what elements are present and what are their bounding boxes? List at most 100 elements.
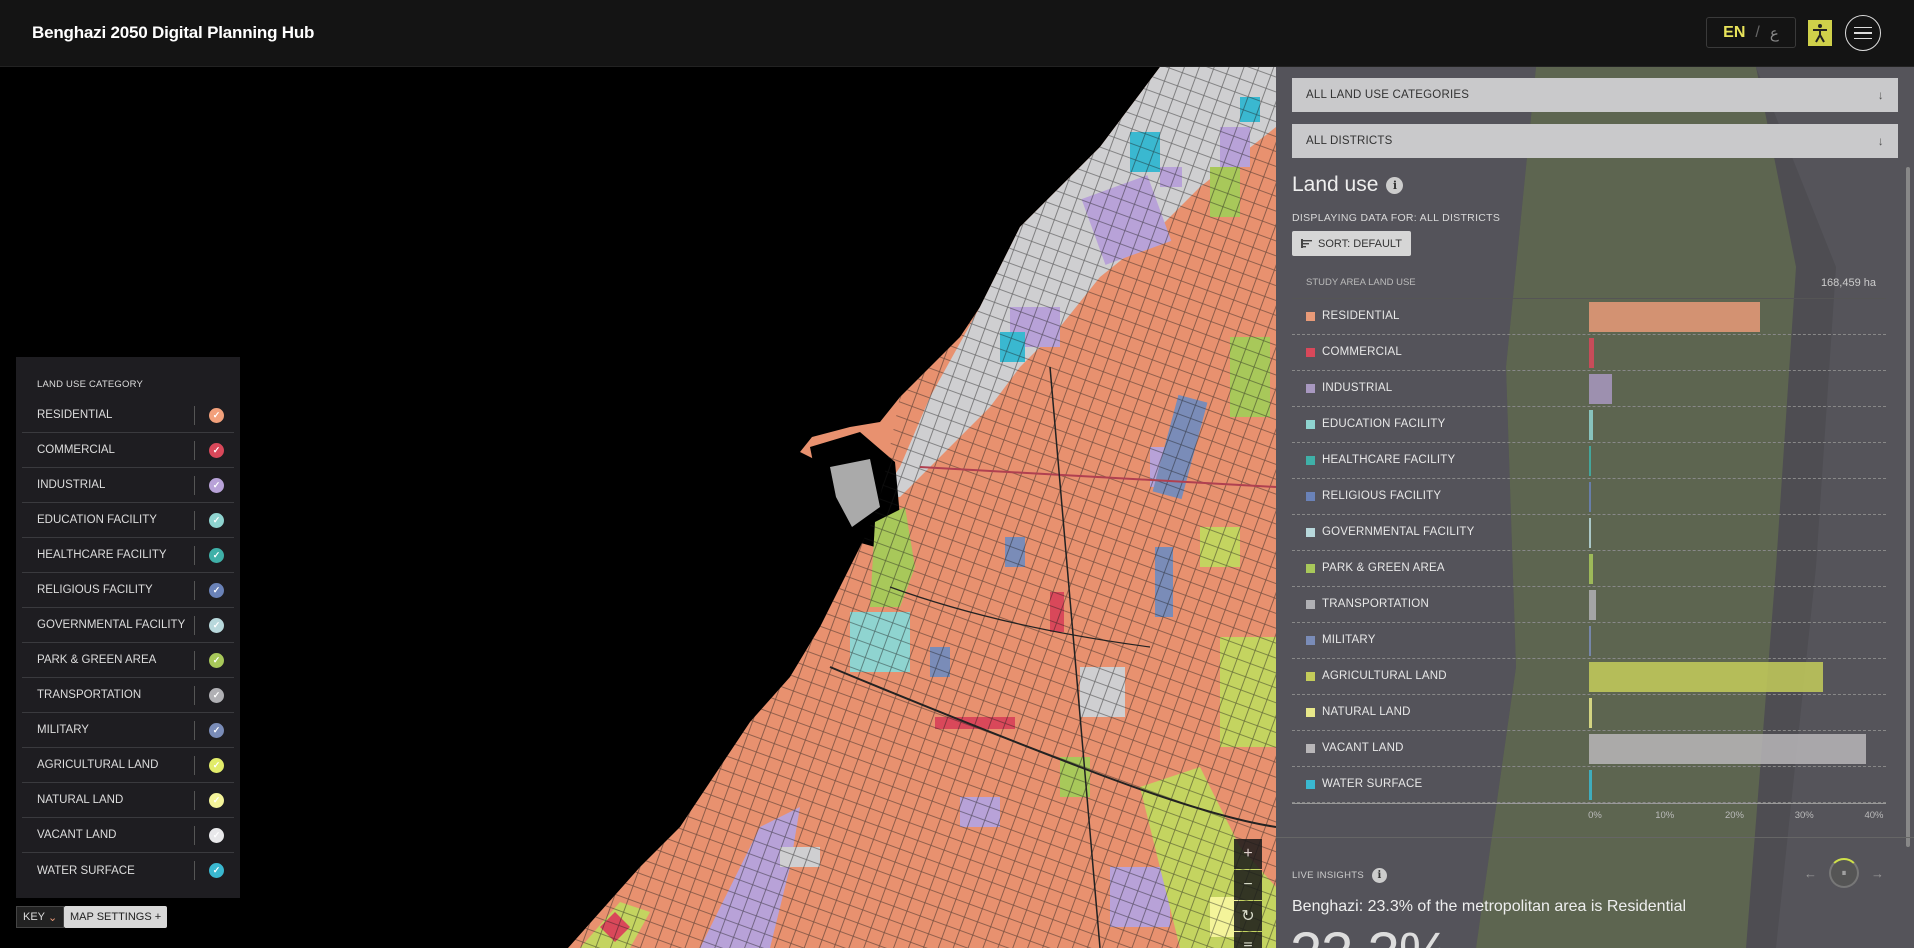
chart-bar[interactable] (1589, 698, 1592, 728)
legend-checkbox[interactable]: ✓ (209, 407, 224, 423)
legend-item[interactable]: HEALTHCARE FACILITY ✓ (22, 538, 234, 573)
legend-checkbox[interactable]: ✓ (209, 722, 224, 738)
zoom-out-button[interactable]: − (1234, 870, 1262, 900)
lang-separator: / (1755, 23, 1760, 41)
legend-checkbox[interactable]: ✓ (209, 512, 224, 528)
category-label: GOVERNMENTAL FACILITY (1322, 526, 1475, 538)
chart-bar[interactable] (1589, 446, 1591, 476)
category-swatch (1306, 420, 1315, 429)
category-swatch (1306, 636, 1315, 645)
legend-checkbox[interactable]: ✓ (209, 617, 224, 633)
lang-en-option[interactable]: EN (1723, 24, 1745, 42)
legend-checkbox[interactable]: ✓ (209, 652, 224, 668)
legend-divider (194, 441, 195, 460)
menu-line (1854, 37, 1872, 40)
legend-item[interactable]: PARK & GREEN AREA ✓ (22, 643, 234, 678)
chart-bar[interactable] (1589, 590, 1596, 620)
legend-item[interactable]: NATURAL LAND ✓ (22, 783, 234, 818)
category-select[interactable]: ALL LAND USE CATEGORIES ↓ (1292, 78, 1898, 112)
chart-row: RESIDENTIAL (1292, 299, 1886, 335)
live-insights: LIVE INSIGHTS i ← ⏸ → Benghazi: 23.3% of… (1276, 837, 1914, 948)
x-tick-label: 0% (1588, 810, 1602, 821)
arrow-right-icon[interactable]: → (1871, 866, 1884, 881)
chart-rows: RESIDENTIAL COMMERCIAL INDUSTRIAL EDUCATION… (1292, 299, 1886, 803)
layers-button[interactable]: ≡ (1234, 932, 1262, 948)
sort-label: SORT: DEFAULT (1318, 237, 1402, 250)
panel-scrollbar[interactable] (1906, 167, 1910, 847)
reset-view-button[interactable]: ↻ (1234, 901, 1262, 931)
legend-item[interactable]: RESIDENTIAL ✓ (22, 398, 234, 433)
pause-button[interactable]: ⏸ (1829, 858, 1859, 888)
category-label: COMMERCIAL (1322, 346, 1402, 358)
info-icon[interactable]: i (1386, 176, 1404, 194)
legend-item-label: WATER SURFACE (37, 864, 135, 877)
chart-bar[interactable] (1589, 302, 1760, 332)
chart-row: GOVERNMENTAL FACILITY (1292, 515, 1886, 551)
info-icon[interactable]: i (1372, 868, 1388, 883)
chart-bar[interactable] (1589, 770, 1592, 800)
legend-item[interactable]: GOVERNMENTAL FACILITY ✓ (22, 608, 234, 643)
arrow-down-icon: ↓ (1877, 88, 1884, 102)
chart-bar[interactable] (1589, 482, 1591, 512)
legend-checkbox[interactable]: ✓ (209, 792, 224, 808)
legend-divider (194, 721, 195, 740)
category-label: MILITARY (1322, 634, 1376, 646)
legend-checkbox[interactable]: ✓ (209, 687, 224, 703)
district-select-value: ALL DISTRICTS (1306, 135, 1393, 147)
legend-item[interactable]: COMMERCIAL ✓ (22, 433, 234, 468)
legend-item-label: RELIGIOUS FACILITY (37, 584, 153, 596)
sort-bars-icon (1301, 239, 1312, 248)
insight-big-value: 23.3% (1290, 920, 1450, 948)
key-toggle-button[interactable]: KEY ⌄ (16, 906, 65, 928)
chart-bar[interactable] (1589, 338, 1595, 368)
legend-title: LAND USE CATEGORY (37, 379, 143, 390)
land-use-panel: ALL LAND USE CATEGORIES ↓ ALL DISTRICTS … (1276, 67, 1914, 948)
chart-bar[interactable] (1589, 554, 1594, 584)
legend-item[interactable]: INDUSTRIAL ✓ (22, 468, 234, 503)
lang-ar-option[interactable]: ع (1770, 24, 1779, 42)
legend-item[interactable]: VACANT LAND ✓ (22, 818, 234, 853)
sort-button[interactable]: SORT: DEFAULT (1292, 231, 1411, 256)
legend-divider (194, 581, 195, 600)
legend-item[interactable]: MILITARY ✓ (22, 713, 234, 748)
chart-bar[interactable] (1589, 374, 1612, 404)
legend-checkbox[interactable]: ✓ (209, 547, 224, 563)
district-select[interactable]: ALL DISTRICTS ↓ (1292, 124, 1898, 158)
panel-title-row: Land use i (1292, 173, 1404, 197)
chart-bar[interactable] (1589, 734, 1866, 764)
legend-item[interactable]: AGRICULTURAL LAND ✓ (22, 748, 234, 783)
legend-item[interactable]: TRANSPORTATION ✓ (22, 678, 234, 713)
category-select-value: ALL LAND USE CATEGORIES (1306, 89, 1470, 101)
legend-checkbox[interactable]: ✓ (209, 757, 224, 773)
legend-item-label: AGRICULTURAL LAND (37, 759, 159, 771)
category-swatch (1306, 564, 1315, 573)
category-swatch (1306, 492, 1315, 501)
legend-item-label: EDUCATION FACILITY (37, 514, 157, 526)
x-tick-label: 30% (1794, 810, 1814, 821)
chart-bar[interactable] (1589, 626, 1591, 656)
land-use-legend: LAND USE CATEGORY RESIDENTIAL ✓ COMMERCIAL… (16, 357, 240, 898)
chart-bar[interactable] (1589, 518, 1591, 548)
legend-item[interactable]: EDUCATION FACILITY ✓ (22, 503, 234, 538)
category-swatch (1306, 780, 1315, 789)
chart-row: HEALTHCARE FACILITY (1292, 443, 1886, 479)
legend-checkbox[interactable]: ✓ (209, 863, 224, 878)
legend-item[interactable]: WATER SURFACE ✓ (22, 853, 234, 888)
legend-divider (194, 756, 195, 775)
legend-checkbox[interactable]: ✓ (209, 582, 224, 598)
arrow-left-icon[interactable]: ← (1804, 866, 1817, 881)
accessibility-icon (1813, 24, 1827, 43)
category-label: PARK & GREEN AREA (1322, 562, 1445, 574)
zoom-in-button[interactable]: + (1234, 839, 1262, 869)
legend-checkbox[interactable]: ✓ (209, 827, 224, 843)
legend-checkbox[interactable]: ✓ (209, 477, 224, 493)
app-root: + − ↻ ≡ i LAND USE CATEGORY RESIDENTIAL ✓… (0, 0, 1914, 948)
hamburger-menu-button[interactable] (1845, 15, 1881, 51)
legend-item[interactable]: RELIGIOUS FACILITY ✓ (22, 573, 234, 608)
map-settings-button[interactable]: MAP SETTINGS + (64, 906, 168, 928)
legend-item-label: COMMERCIAL (37, 444, 115, 456)
chart-bar[interactable] (1589, 662, 1824, 692)
legend-checkbox[interactable]: ✓ (209, 442, 224, 458)
chart-bar[interactable] (1589, 410, 1593, 440)
accessibility-button[interactable] (1808, 20, 1832, 46)
